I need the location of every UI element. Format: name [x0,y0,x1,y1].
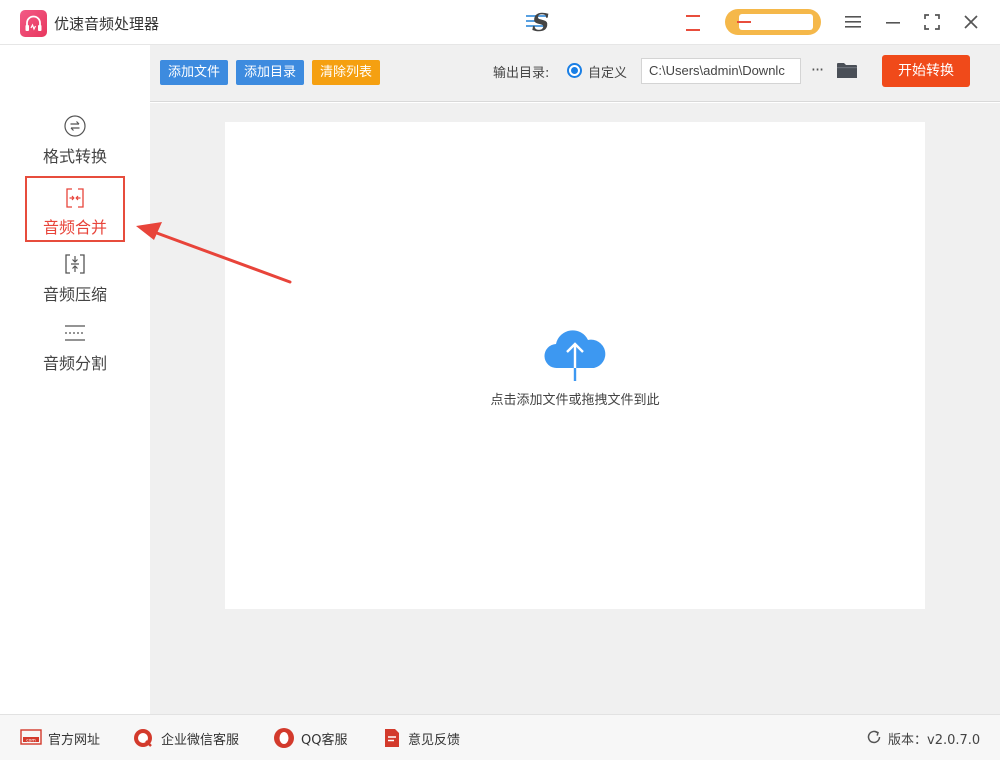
output-path-field[interactable]: C:\Users\admin\Downlc [641,58,801,84]
wechat-service-link[interactable]: 企业微信客服 [133,728,253,748]
qq-icon [274,728,294,748]
audio-compress-icon [65,254,85,274]
audio-merge-icon [66,188,84,208]
feedback-link[interactable]: 意见反馈 [382,728,472,748]
sidebar-item-label: 音频合并 [42,218,107,237]
browse-more-button[interactable]: ··· [807,57,827,85]
sidebar-item-audio-compress[interactable]: 音频压缩 [25,252,125,318]
sidebar-item-label: 音频分割 [42,354,107,373]
drop-hint-text: 点击添加文件或拖拽文件到此 [490,393,660,408]
app-logo-icon [20,10,47,37]
start-convert-button[interactable]: 开始转换 [882,55,970,87]
cloud-upload-icon [544,330,606,381]
clear-list-button[interactable]: 清除列表 [312,60,381,85]
toolbar: 添加文件 添加目录 清除列表 输出目录: 自定义 C:\Users\admin\… [150,45,1000,102]
website-label: 官方网址 [48,733,101,748]
sidebar-item-audio-merge[interactable]: 音频合并 [25,176,125,242]
main-area: 点击添加文件或拖拽文件到此 [150,103,1000,714]
audio-split-icon [65,325,85,341]
annotation-arrow [136,222,292,284]
refresh-icon[interactable] [866,729,882,745]
open-folder-icon[interactable] [837,62,857,79]
website-link[interactable]: com 官方网址 [20,728,110,748]
footer: com 官方网址 企业微信客服 QQ客服 意见反馈 版本：v2.0.7.0 [0,714,1000,760]
version-label: 版本：v2.0.7.0 [888,733,981,748]
add-file-button[interactable]: 添加文件 [160,60,229,85]
svg-text:com: com [26,738,36,743]
sidebar: 格式转换 音频合并 音频压缩 音频分割 [0,45,150,714]
title-bar: 优速音频处理器 S [0,0,1000,45]
feedback-icon [385,729,399,747]
account-badge[interactable] [725,9,821,35]
menu-icon[interactable] [838,8,868,36]
sidebar-item-format-convert[interactable]: 格式转换 [25,114,125,180]
qq-service-link[interactable]: QQ客服 [273,728,358,748]
redacted-mark [686,14,700,32]
add-directory-button[interactable]: 添加目录 [236,60,305,85]
output-dir-label: 输出目录: [493,66,550,81]
qq-label: QQ客服 [301,733,348,748]
custom-output-label: 自定义 [588,66,628,81]
website-icon: com [20,729,42,745]
sidebar-item-label: 格式转换 [42,147,107,166]
feedback-label: 意见反馈 [408,733,461,748]
minimize-icon[interactable] [878,8,908,36]
wechat-icon [134,729,152,747]
maximize-icon[interactable] [917,8,947,36]
custom-output-radio[interactable] [567,63,582,78]
sidebar-item-audio-split[interactable]: 音频分割 [25,321,125,387]
sidebar-item-label: 音频压缩 [42,285,107,304]
app-title: 优速音频处理器 [54,15,160,33]
wechat-label: 企业微信客服 [161,733,240,748]
brand-logo-icon: S [526,8,566,37]
format-convert-icon [64,115,86,137]
close-icon[interactable] [956,8,986,36]
file-drop-zone[interactable]: 点击添加文件或拖拽文件到此 [225,122,925,609]
